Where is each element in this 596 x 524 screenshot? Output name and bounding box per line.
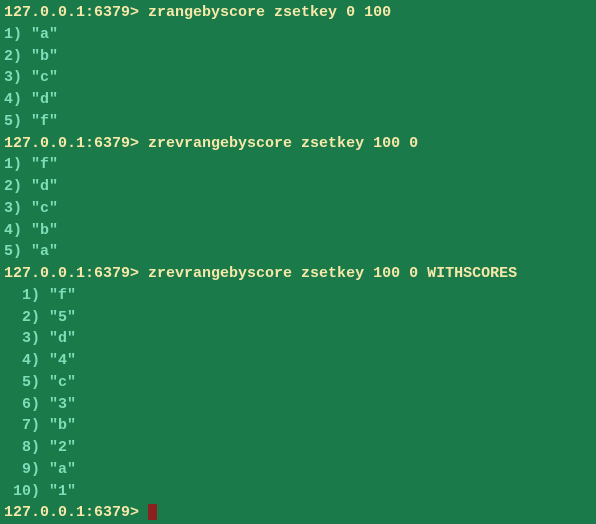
command-line: 127.0.0.1:6379> zrangebyscore zsetkey 0 … (4, 2, 592, 24)
command-text: zrevrangebyscore zsetkey 100 0 WITHSCORE… (148, 265, 517, 282)
prompt: 127.0.0.1:6379> (4, 265, 148, 282)
result-value: "b" (31, 222, 58, 239)
result-value: "5" (49, 309, 76, 326)
result-value: "d" (31, 91, 58, 108)
prompt: 127.0.0.1:6379> (4, 504, 148, 521)
command-line: 127.0.0.1:6379> zrevrangebyscore zsetkey… (4, 133, 592, 155)
result-value: "4" (49, 352, 76, 369)
result-value: "f" (31, 156, 58, 173)
result-value: "b" (31, 48, 58, 65)
result-line: 1) "f" (4, 285, 592, 307)
result-line: 8) "2" (4, 437, 592, 459)
result-line: 3) "c" (4, 198, 592, 220)
result-line: 6) "3" (4, 394, 592, 416)
result-index: 7) (4, 417, 49, 434)
result-value: "2" (49, 439, 76, 456)
result-index: 4) (4, 91, 31, 108)
result-value: "c" (49, 374, 76, 391)
result-value: "f" (49, 287, 76, 304)
result-value: "f" (31, 113, 58, 130)
terminal-output: 127.0.0.1:6379> zrangebyscore zsetkey 0 … (4, 2, 592, 524)
prompt: 127.0.0.1:6379> (4, 135, 148, 152)
result-line: 5) "a" (4, 241, 592, 263)
result-index: 2) (4, 309, 49, 326)
result-index: 6) (4, 396, 49, 413)
result-value: "a" (31, 26, 58, 43)
result-line: 4) "4" (4, 350, 592, 372)
result-line: 3) "d" (4, 328, 592, 350)
result-index: 1) (4, 26, 31, 43)
result-line: 4) "b" (4, 220, 592, 242)
result-line: 10) "1" (4, 481, 592, 503)
prompt: 127.0.0.1:6379> (4, 4, 148, 21)
result-value: "a" (49, 461, 76, 478)
result-index: 2) (4, 178, 31, 195)
result-index: 3) (4, 200, 31, 217)
result-value: "c" (31, 200, 58, 217)
result-line: 2) "b" (4, 46, 592, 68)
result-index: 2) (4, 48, 31, 65)
result-line: 2) "d" (4, 176, 592, 198)
result-line: 1) "f" (4, 154, 592, 176)
result-value: "a" (31, 243, 58, 260)
result-line: 2) "5" (4, 307, 592, 329)
result-index: 5) (4, 374, 49, 391)
cursor (148, 504, 157, 520)
result-line: 4) "d" (4, 89, 592, 111)
result-index: 10) (4, 483, 49, 500)
result-value: "c" (31, 69, 58, 86)
result-index: 3) (4, 69, 31, 86)
result-index: 5) (4, 243, 31, 260)
result-index: 9) (4, 461, 49, 478)
prompt-line[interactable]: 127.0.0.1:6379> (4, 502, 592, 524)
result-line: 5) "c" (4, 372, 592, 394)
result-index: 1) (4, 287, 49, 304)
result-line: 7) "b" (4, 415, 592, 437)
result-line: 5) "f" (4, 111, 592, 133)
command-text: zrevrangebyscore zsetkey 100 0 (148, 135, 418, 152)
result-index: 8) (4, 439, 49, 456)
command-line: 127.0.0.1:6379> zrevrangebyscore zsetkey… (4, 263, 592, 285)
result-index: 5) (4, 113, 31, 130)
result-line: 9) "a" (4, 459, 592, 481)
result-value: "d" (31, 178, 58, 195)
result-index: 4) (4, 352, 49, 369)
result-value: "b" (49, 417, 76, 434)
result-value: "3" (49, 396, 76, 413)
result-line: 3) "c" (4, 67, 592, 89)
result-line: 1) "a" (4, 24, 592, 46)
result-index: 1) (4, 156, 31, 173)
result-value: "1" (49, 483, 76, 500)
result-index: 3) (4, 330, 49, 347)
result-value: "d" (49, 330, 76, 347)
command-text: zrangebyscore zsetkey 0 100 (148, 4, 391, 21)
result-index: 4) (4, 222, 31, 239)
